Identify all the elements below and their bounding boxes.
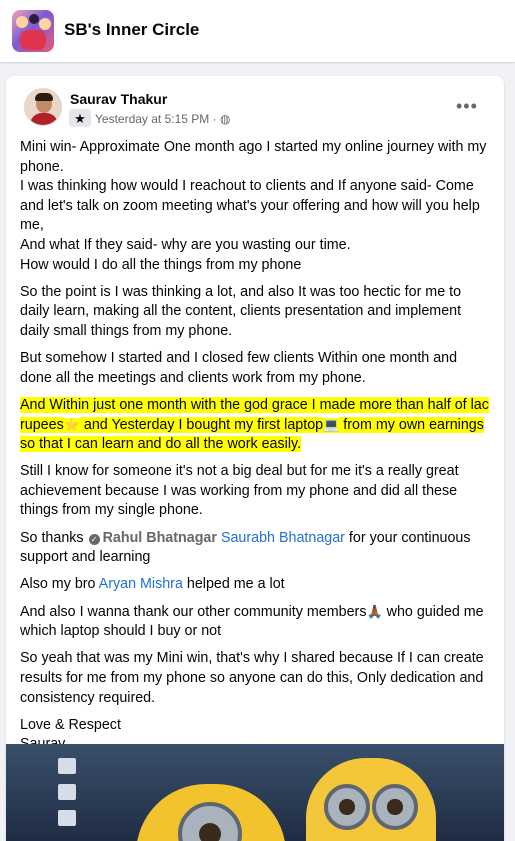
- desktop-file-icon: [58, 758, 76, 774]
- paragraph-6: So thanks ✓ Rahul Bhatnagar Saurabh Bhatn…: [20, 529, 490, 568]
- group-avatar[interactable]: [12, 10, 54, 52]
- paragraph-8: And also I wanna thank our other communi…: [20, 603, 490, 642]
- text-span: So thanks: [20, 529, 88, 546]
- text-line: Mini win- Approximate One month ago I st…: [20, 139, 487, 175]
- text-span: And also I wanna thank our other communi…: [20, 603, 367, 620]
- more-options-icon[interactable]: •••: [456, 96, 484, 116]
- meta-separator: ·: [212, 112, 217, 126]
- author-name[interactable]: Saurav Thakur: [70, 91, 167, 107]
- mention-rahul[interactable]: Rahul Bhatnagar: [103, 530, 217, 546]
- paragraph-9: So yeah that was my Mini win, that's why…: [20, 650, 484, 706]
- paragraph-1: Mini win- Approximate One month ago I st…: [20, 138, 490, 275]
- globe-icon: ◍: [219, 112, 231, 126]
- paragraph-4-highlighted: And Within just one month with the god g…: [20, 396, 490, 455]
- paragraph-2: So the point is I was thinking a lot, an…: [20, 283, 462, 339]
- text-span: helped me a lot: [182, 576, 285, 593]
- mention-aryan[interactable]: Aryan Mishra: [99, 576, 183, 592]
- paragraph-3: But somehow I started and I closed few c…: [20, 350, 458, 386]
- text-line: I was thinking how would I reachout to c…: [20, 178, 480, 234]
- desktop-file-icon: [58, 784, 76, 800]
- laptop-emoji-icon: 💻: [323, 417, 340, 433]
- text-line: How would I do all the things from my ph…: [20, 256, 302, 273]
- paragraph-5: Still I know for someone it's not a big …: [20, 463, 459, 519]
- verified-badge-icon: ✓: [88, 533, 100, 545]
- mention-saurabh[interactable]: Saurabh Bhatnagar: [221, 530, 345, 546]
- group-header: SB's Inner Circle: [0, 0, 515, 62]
- paragraph-7: Also my bro Aryan Mishra helped me a lot: [20, 575, 490, 595]
- text-line: Love & Respect: [20, 716, 121, 733]
- highlighted-text: and Yesterday I bought my first laptop: [79, 416, 324, 433]
- post-photo[interactable]: [6, 744, 504, 841]
- author-avatar[interactable]: [24, 88, 62, 126]
- star-emoji-icon: ⭐: [63, 417, 80, 433]
- text-line: And what If they said- why are you wasti…: [20, 236, 351, 253]
- star-icon[interactable]: ★: [69, 109, 91, 127]
- post-meta: Yesterday at 5:15 PM · ◍: [95, 112, 230, 126]
- post-time[interactable]: Yesterday at 5:15 PM: [95, 112, 209, 126]
- group-name[interactable]: SB's Inner Circle: [64, 20, 199, 40]
- folded-hands-emoji-icon: 🙏🏾: [366, 604, 383, 620]
- desktop-file-icon: [58, 810, 76, 826]
- text-span: Also my bro: [20, 576, 99, 593]
- post-text: Mini win- Approximate One month ago I st…: [20, 138, 490, 763]
